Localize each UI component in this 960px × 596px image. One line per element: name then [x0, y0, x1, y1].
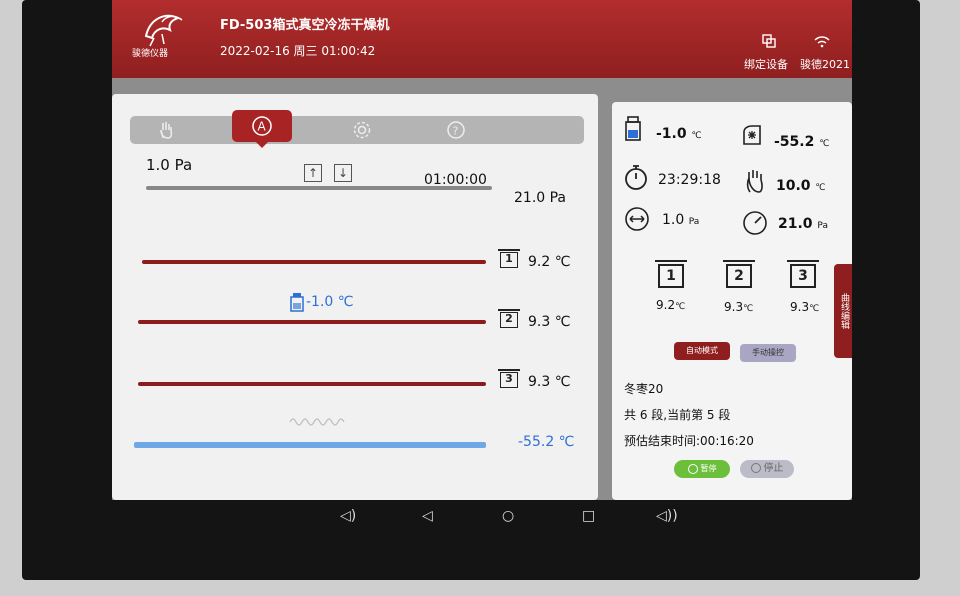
- header-bar: 骏德仪器 FD-503箱式真空冷冻干燥机 2022-02-16 周三 01:00…: [112, 0, 852, 78]
- sample-temp-value: -1.0 ℃: [656, 126, 702, 142]
- pressure-gauge-icon: [743, 211, 767, 235]
- shelf-3-big-icon: 3: [787, 260, 819, 288]
- lower-button[interactable]: ↓: [334, 164, 352, 182]
- shelf-2-bar: [138, 320, 486, 324]
- vacuum-limit: 21.0 Pa: [514, 190, 567, 206]
- stop-button[interactable]: 停止: [740, 460, 794, 478]
- segment-info: 共 6 段,当前第 5 段: [624, 408, 731, 422]
- raise-button[interactable]: ↑: [304, 164, 322, 182]
- datetime: 2022-02-16 周三 01:00:42: [220, 44, 376, 58]
- pause-label: 暂停: [700, 464, 717, 473]
- vacuum-number: 1.0: [662, 212, 685, 228]
- shelf-1-number: 9.2: [656, 298, 676, 312]
- shelf-2-temp: 9.3 ℃: [528, 314, 571, 330]
- cold-trap-unit: ℃: [819, 139, 830, 149]
- stop-label: 停止: [763, 463, 784, 474]
- sample-vial-icon: [625, 116, 641, 141]
- vacuum-arrows-icon: [625, 207, 649, 231]
- left-panel: A ? 1.0 Pa ↑ ↓ 01:00:00 21.0 Pa 1 9.2 ℃ …: [112, 94, 598, 500]
- machine-title: FD-503箱式真空冷冻干燥机: [220, 18, 390, 33]
- back-icon[interactable]: ◁: [422, 508, 433, 524]
- home-icon[interactable]: ○: [502, 508, 514, 524]
- shelf-1-bar: [142, 260, 486, 264]
- tab-settings[interactable]: [332, 116, 392, 144]
- program-name: 冬枣20: [624, 382, 664, 396]
- sample-temp-unit: ℃: [691, 131, 702, 141]
- shelf-2-reading: 9.3℃: [724, 300, 753, 314]
- cold-trap-bar: [134, 442, 486, 448]
- heating-hand-icon: [746, 170, 763, 193]
- shelf-1-unit: ℃: [675, 302, 686, 312]
- vacuum-unit: Pa: [688, 217, 700, 227]
- vacuum-value: 1.0 Pa: [662, 212, 699, 228]
- svg-text:A: A: [258, 120, 267, 134]
- navigation-bar: ◁) ◁ ○ □ ◁)): [22, 500, 920, 536]
- shelf-3-temp: 9.3 ℃: [528, 374, 571, 390]
- shelf-1-big-icon: 1: [655, 260, 687, 288]
- vacuum-setpoint: 1.0 Pa: [146, 156, 193, 174]
- cold-trap-value: -55.2 ℃: [774, 134, 829, 150]
- shelf-1-temp: 9.2 ℃: [528, 254, 571, 270]
- stop-icon: [750, 463, 761, 473]
- vacuum-bar: [146, 186, 492, 190]
- pressure-number: 21.0: [778, 216, 813, 232]
- shelf-1-reading: 9.2℃: [656, 298, 685, 312]
- tab-manual[interactable]: [136, 116, 196, 144]
- shelf-3-icon: 3: [498, 369, 520, 388]
- volume-down-icon[interactable]: ◁): [340, 508, 356, 524]
- shelf-2-number: 9.3: [724, 300, 744, 314]
- cold-trap-temp: -55.2 ℃: [518, 434, 575, 450]
- sample-vial-icon: [290, 293, 304, 312]
- sample-temp-number: -1.0: [656, 126, 687, 142]
- wifi-button[interactable]: 骏德2021: [800, 36, 850, 72]
- pressure-value: 21.0 Pa: [778, 216, 828, 232]
- heat-number: 10.0: [776, 178, 811, 194]
- sample-temp: -1.0 ℃: [306, 294, 354, 310]
- link-device-icon: [762, 34, 776, 48]
- shelf-3-unit: ℃: [809, 304, 820, 314]
- refrigeration-icon: [743, 125, 761, 145]
- hand-icon: [160, 122, 173, 139]
- manual-control-button[interactable]: 手动操控: [740, 344, 796, 362]
- shelf-2-unit: ℃: [743, 304, 754, 314]
- heat-unit: ℃: [815, 183, 826, 193]
- pressure-unit: Pa: [817, 221, 828, 231]
- pause-button[interactable]: 暂停: [674, 460, 730, 478]
- time-remaining: 23:29:18: [658, 172, 721, 188]
- shelf-3-reading: 9.3℃: [790, 300, 819, 314]
- estimated-end: 预估结束时间:00:16:20: [624, 434, 754, 448]
- auto-mode-icon: A: [252, 116, 272, 136]
- shelf-3-number: 9.3: [790, 300, 810, 314]
- gear-icon: [353, 121, 371, 139]
- help-icon: ?: [447, 121, 465, 139]
- condenser-coil-icon: [289, 418, 345, 426]
- shelf-1-icon: 1: [498, 249, 520, 268]
- wifi-icon: [814, 36, 830, 48]
- shelf-3-bar: [138, 382, 486, 386]
- stopwatch-icon: [625, 165, 647, 190]
- volume-up-icon[interactable]: ◁)): [656, 508, 678, 524]
- bind-device-button[interactable]: 绑定设备: [744, 34, 788, 72]
- tab-auto[interactable]: A: [232, 110, 292, 148]
- wifi-label: 骏德2021: [800, 58, 850, 71]
- cold-trap-number: -55.2: [774, 134, 815, 150]
- right-panel: -1.0 ℃ -55.2 ℃ 23:29:18 10.0 ℃ 1.0 Pa 21…: [612, 102, 852, 500]
- tab-help[interactable]: ?: [426, 116, 486, 144]
- brand-name: 骏德仪器: [132, 49, 169, 59]
- tab-bar: A ?: [130, 110, 584, 148]
- curve-edit-side-tab[interactable]: 曲线编辑: [834, 264, 852, 358]
- screen: 骏德仪器 FD-503箱式真空冷冻干燥机 2022-02-16 周三 01:00…: [112, 0, 852, 500]
- shelf-2-big-icon: 2: [723, 260, 755, 288]
- pause-icon: [687, 463, 698, 474]
- recents-icon[interactable]: □: [582, 508, 595, 524]
- auto-mode-button[interactable]: 自动模式: [674, 342, 730, 360]
- bind-device-label: 绑定设备: [744, 58, 788, 71]
- heat-value: 10.0 ℃: [776, 178, 826, 194]
- svg-text:?: ?: [453, 125, 459, 138]
- shelf-2-icon: 2: [498, 309, 520, 328]
